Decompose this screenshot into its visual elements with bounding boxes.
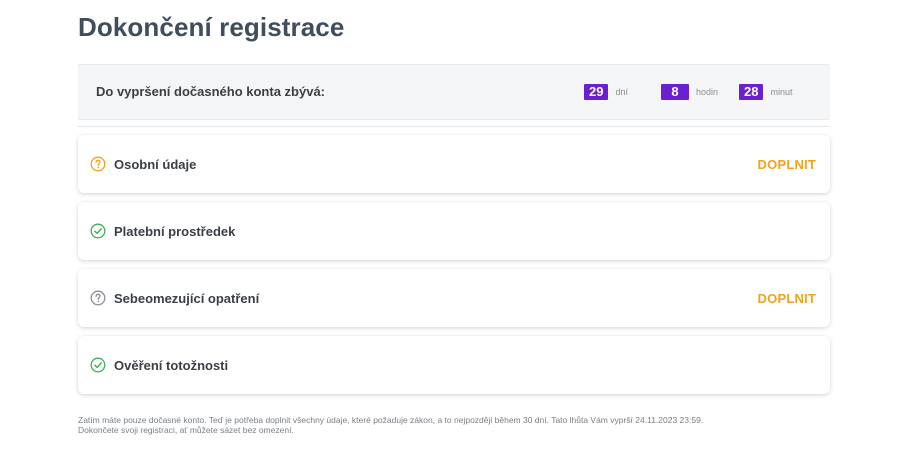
complete-personal-data-button[interactable]: DOPLNIT (758, 157, 816, 172)
step-identity-verification[interactable]: Ověření totožnosti (78, 336, 830, 394)
step-label: Platební prostředek (114, 224, 236, 239)
countdown-label: Do vypršení dočasného konta zbývá: (96, 84, 326, 99)
minutes-unit: minut (770, 87, 793, 97)
page-title: Dokončení registrace (78, 12, 345, 42)
step-self-limitation[interactable]: Sebeomezující opatření DOPLNIT (78, 269, 830, 327)
step-payment-method[interactable]: Platební prostředek (78, 202, 830, 260)
step-label: Ověření totožnosti (114, 358, 229, 373)
footer-line-1: Zatím máte pouze dočasné konto. Teď je p… (78, 415, 704, 425)
divider (78, 126, 830, 127)
question-circle-icon (90, 156, 106, 172)
countdown-minutes: 28 minut (739, 84, 792, 100)
complete-self-limitation-button[interactable]: DOPLNIT (758, 291, 816, 306)
countdown-hours: 8 hodin (661, 84, 718, 100)
step-label: Osobní údaje (114, 157, 197, 172)
hours-unit: hodin (696, 87, 719, 97)
countdown-bar: Do vypršení dočasného konta zbývá: 29 dn… (78, 64, 830, 120)
footer-note: Zatím máte pouze dočasné konto. Teď je p… (78, 415, 838, 435)
question-circle-icon (90, 290, 106, 306)
days-unit: dní (615, 87, 628, 97)
registration-page: Dokončení registrace Do vypršení dočasné… (0, 0, 900, 473)
days-badge: 29 (584, 84, 609, 100)
step-label: Sebeomezující opatření (114, 291, 260, 306)
check-circle-icon (90, 223, 106, 239)
step-personal-data[interactable]: Osobní údaje DOPLNIT (78, 135, 830, 193)
footer-line-2: Dokončete svoji registraci, ať můžete sá… (78, 425, 294, 435)
check-circle-icon (90, 357, 106, 373)
countdown-days: 29 dní (584, 84, 628, 100)
minutes-badge: 28 (739, 84, 764, 100)
hours-badge: 8 (661, 84, 689, 100)
